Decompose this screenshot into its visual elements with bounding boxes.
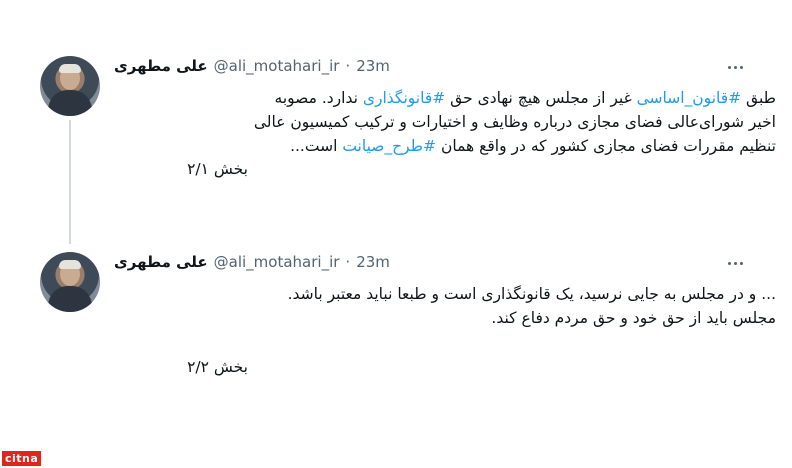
author-handle[interactable]: @ali_motahari_ir (214, 57, 340, 75)
tweet-line: مجلس باید از حق خود و حق مردم دفاع کند. (491, 309, 776, 327)
separator-dot: · (345, 253, 351, 271)
tweet-text: ... و در مجلس به جایی نرسید، یک قانونگذا… (110, 282, 776, 330)
tweet-timestamp[interactable]: 23m (356, 57, 390, 75)
tweet-1[interactable]: علی مطهری @ali_motahari_ir · 23m طبق #قا… (0, 46, 792, 236)
hashtag-link[interactable]: #طرح_صیانت (342, 137, 436, 155)
author-name[interactable]: علی مطهری (114, 57, 208, 75)
tweet-line: اخیر شورای‌عالی فضای مجازی درباره وظایف … (253, 113, 776, 131)
tweet-2[interactable]: علی مطهری @ali_motahari_ir · 23m ... و د… (0, 244, 792, 424)
thread-connector-line (69, 120, 71, 244)
author-avatar[interactable] (40, 252, 100, 312)
thread-part-label: بخش ۲/۱ (187, 160, 248, 178)
separator-dot: · (345, 57, 351, 75)
more-options-icon[interactable] (723, 59, 747, 75)
author-handle[interactable]: @ali_motahari_ir (214, 253, 340, 271)
tweet-text: طبق #قانون_اساسی غیر از مجلس هیچ نهادی ح… (110, 86, 776, 158)
thread-part-label: بخش ۲/۲ (187, 358, 248, 376)
more-options-icon[interactable] (723, 255, 747, 271)
tweet-timestamp[interactable]: 23m (356, 253, 390, 271)
citna-watermark-logo: citna (2, 451, 42, 466)
author-name[interactable]: علی مطهری (114, 253, 208, 271)
tweet-header: علی مطهری @ali_motahari_ir · 23m (114, 55, 390, 77)
author-avatar[interactable] (40, 56, 100, 116)
tweet-line: تنظیم مقررات فضای مجازی کشور که در واقع … (290, 137, 776, 155)
hashtag-link[interactable]: #قانونگذاری (363, 89, 445, 107)
tweet-line: ... و در مجلس به جایی نرسید، یک قانونگذا… (287, 285, 776, 303)
tweet-header: علی مطهری @ali_motahari_ir · 23m (114, 251, 390, 273)
hashtag-link[interactable]: #قانون_اساسی (637, 89, 742, 107)
tweet-line: طبق #قانون_اساسی غیر از مجلس هیچ نهادی ح… (274, 89, 776, 107)
